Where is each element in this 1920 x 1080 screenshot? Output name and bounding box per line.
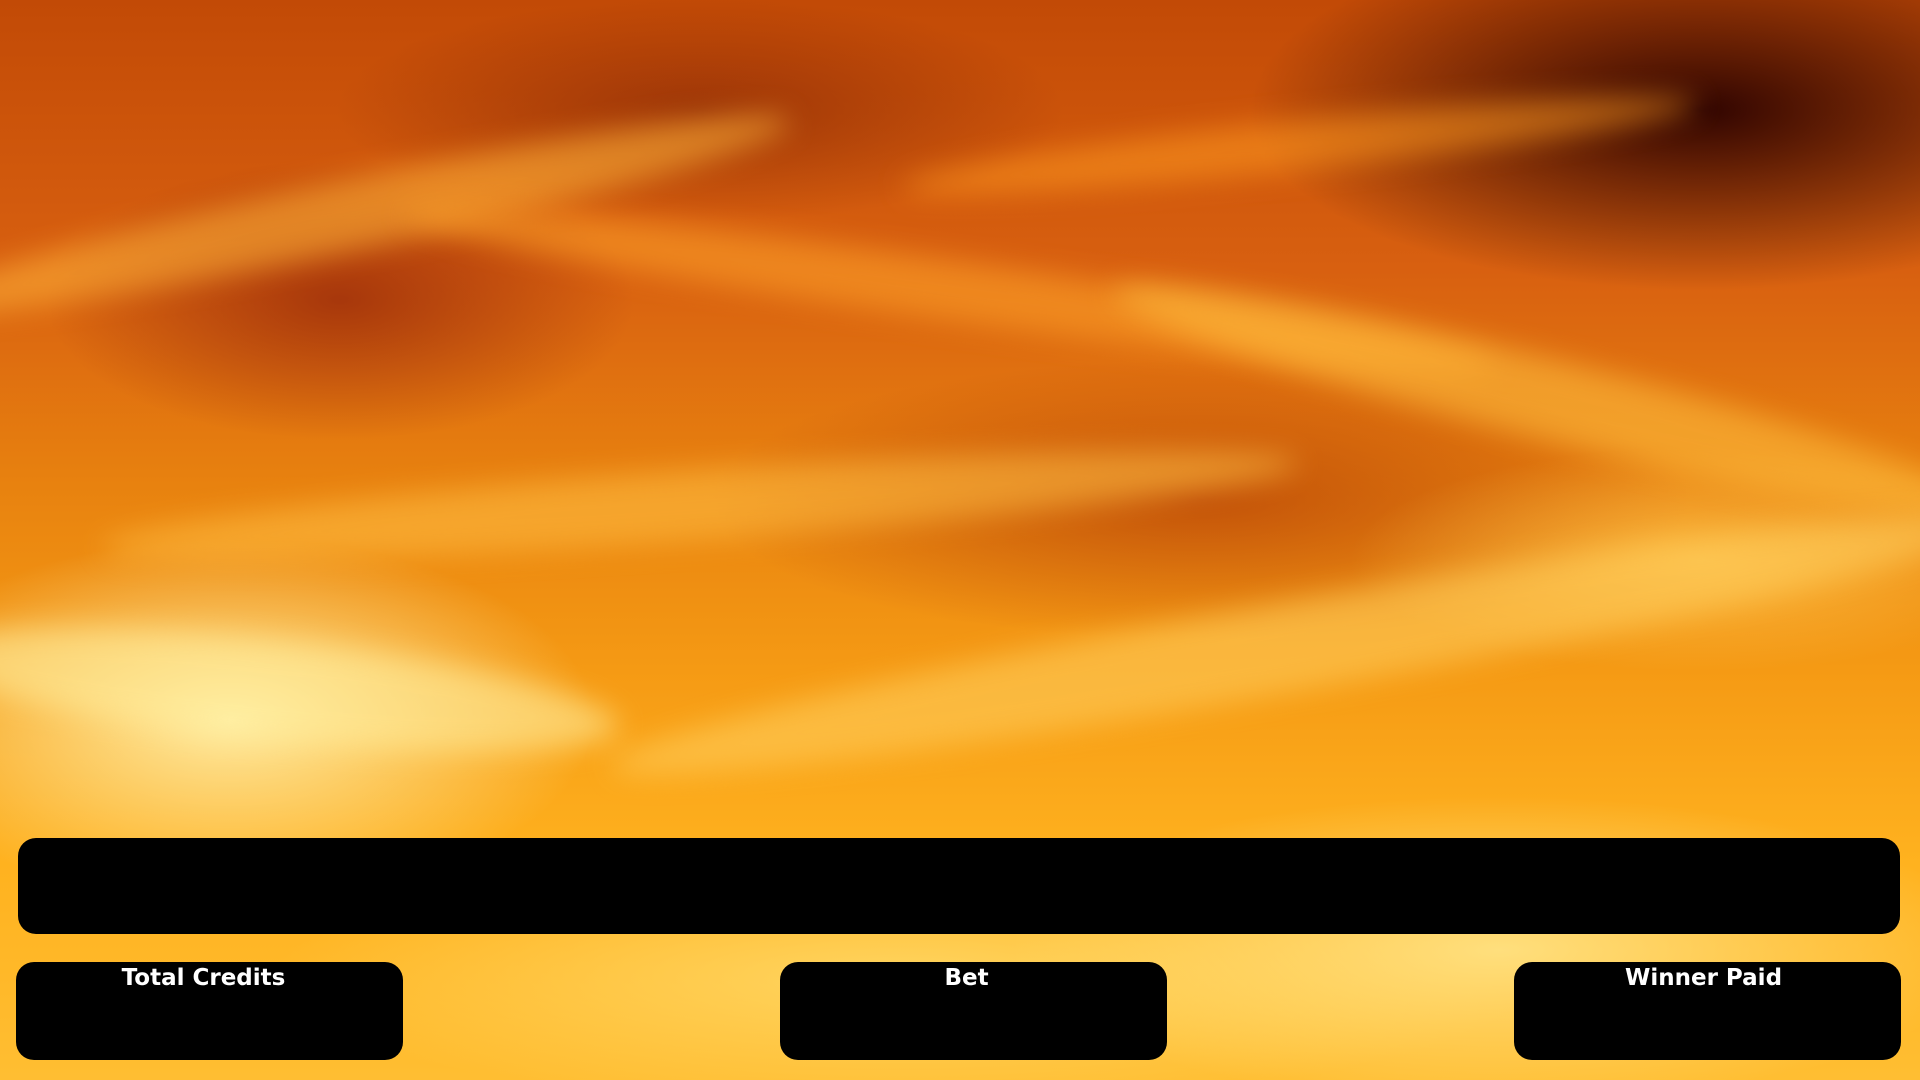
flame-streak: [899, 78, 1701, 212]
flame-streak: [1103, 252, 1920, 548]
total-credits-label: Total Credits: [121, 965, 286, 991]
message-bar: [18, 838, 1900, 934]
game-screen: Total Credits Bet Winner Paid: [0, 0, 1920, 1080]
bet-label: Bet: [944, 965, 989, 991]
flame-streak: [0, 603, 624, 777]
flame-streak: [99, 428, 1301, 582]
winner-paid-label: Winner Paid: [1624, 965, 1783, 991]
flame-streak: [0, 87, 798, 343]
